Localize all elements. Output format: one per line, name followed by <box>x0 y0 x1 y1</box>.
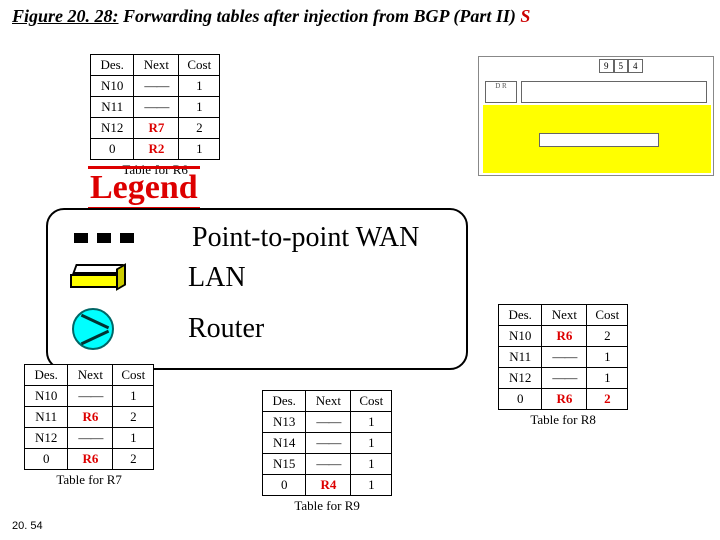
table-row: N11R62 <box>25 407 154 428</box>
legend-row-router: Router <box>72 308 264 350</box>
table-row: N11——1 <box>499 347 628 368</box>
col-next: Next <box>134 55 179 76</box>
legend-label: Router <box>188 313 264 345</box>
table-row: N10R62 <box>499 326 628 347</box>
table-caption: Table for R8 <box>498 412 628 428</box>
table-row: N11——1 <box>91 97 220 118</box>
col-cost: Cost <box>179 55 220 76</box>
table-row: N14——1 <box>263 433 392 454</box>
legend-row-ptp: Point-to-point WAN <box>74 222 419 254</box>
table-row: 0R41 <box>263 475 392 496</box>
ptp-icon <box>74 229 134 247</box>
table-row: N12R72 <box>91 118 220 139</box>
col-des: Des. <box>91 55 134 76</box>
table-row: N12——1 <box>25 428 154 449</box>
table-row: N10——1 <box>25 386 154 407</box>
table-row: N15——1 <box>263 454 392 475</box>
table-row: N13——1 <box>263 412 392 433</box>
table-caption: Table for R7 <box>24 472 154 488</box>
figure-caption: Forwarding tables after injection from B… <box>119 6 521 26</box>
figure-number: Figure 20. 28: <box>12 6 119 26</box>
table-r6: Des.NextCost N10——1 N11——1 N12R72 0R21 T… <box>90 54 220 178</box>
table-row: N12——1 <box>499 368 628 389</box>
table-row: 0R21 <box>91 139 220 160</box>
legend-label: Point-to-point WAN <box>192 222 419 254</box>
table-row: 0R62 <box>25 449 154 470</box>
lan-icon <box>70 264 126 292</box>
table-r8: Des.NextCost N10R62 N11——1 N12——1 0R62 T… <box>498 304 628 428</box>
legend-row-lan: LAN <box>70 262 246 294</box>
legend-label: LAN <box>188 262 246 294</box>
table-caption: Table for R9 <box>262 498 392 514</box>
table-r7: Des.NextCost N10——1 N11R62 N12——1 0R62 T… <box>24 364 154 488</box>
figure-title: Figure 20. 28: Forwarding tables after i… <box>12 6 530 27</box>
table-row: N10——1 <box>91 76 220 97</box>
page-number: 20. 54 <box>12 520 43 532</box>
legend-title: Legend <box>88 166 200 210</box>
router-icon <box>72 308 114 350</box>
overlay-graphic: 954 D R <box>478 56 714 176</box>
table-row: 0R62 <box>499 389 628 410</box>
table-r9: Des.NextCost N13——1 N14——1 N15——1 0R41 T… <box>262 390 392 514</box>
figure-suffix: S <box>520 6 530 26</box>
